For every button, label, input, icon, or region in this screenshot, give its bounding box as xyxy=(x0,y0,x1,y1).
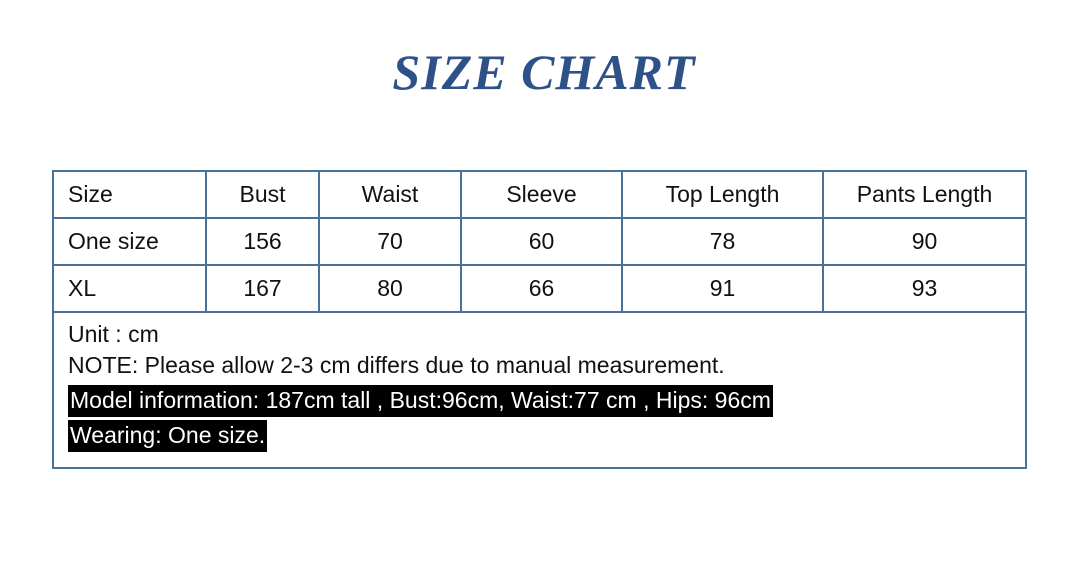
table-header-row: Size Bust Waist Sleeve Top Length Pants … xyxy=(54,172,1025,219)
note-wearing: Wearing: One size. xyxy=(68,420,268,452)
cell-bust: 156 xyxy=(207,219,320,264)
column-header-size: Size xyxy=(54,172,207,217)
column-header-sleeve: Sleeve xyxy=(462,172,623,217)
table-notes-row: Unit : cm NOTE: Please allow 2-3 cm diff… xyxy=(54,313,1025,467)
cell-top-length: 91 xyxy=(623,266,824,311)
cell-bust: 167 xyxy=(207,266,320,311)
cell-size: One size xyxy=(54,219,207,264)
column-header-waist: Waist xyxy=(320,172,462,217)
cell-sleeve: 66 xyxy=(462,266,623,311)
note-measurement-disclaimer: NOTE: Please allow 2-3 cm differs due to… xyxy=(68,352,725,378)
cell-size: XL xyxy=(54,266,207,311)
table-row: XL 167 80 66 91 93 xyxy=(54,266,1025,313)
page-title: SIZE CHART xyxy=(392,44,696,100)
cell-pants-length: 90 xyxy=(911,228,938,254)
cell-pants-length: 93 xyxy=(911,275,938,301)
notes-block: Unit : cm NOTE: Please allow 2-3 cm diff… xyxy=(54,313,773,467)
note-model-information-line: Model information: 187cm tall , Bust:96c… xyxy=(68,385,773,417)
column-header-top-length: Top Length xyxy=(623,172,824,217)
note-unit: Unit : cm xyxy=(68,321,159,347)
cell-waist: 70 xyxy=(320,219,462,264)
column-header-bust: Bust xyxy=(207,172,320,217)
size-chart-table: Size Bust Waist Sleeve Top Length Pants … xyxy=(52,170,1027,469)
cell-waist: 80 xyxy=(320,266,462,311)
note-wearing-line: Wearing: One size. xyxy=(68,420,773,452)
note-model-information: Model information: 187cm tall , Bust:96c… xyxy=(68,385,773,417)
column-header-pants-length: Pants Length xyxy=(856,181,993,207)
size-chart-page: SIZE CHART Size Bust Waist Sleeve Top Le… xyxy=(0,0,1088,565)
table-row: One size 156 70 60 78 90 xyxy=(54,219,1025,266)
cell-sleeve: 60 xyxy=(462,219,623,264)
page-title-container: SIZE CHART xyxy=(0,46,1088,99)
cell-top-length: 78 xyxy=(623,219,824,264)
